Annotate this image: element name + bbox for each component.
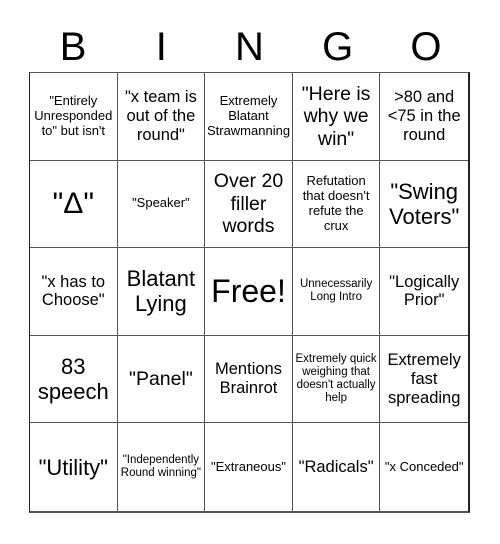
bingo-cell-i4[interactable]: "Panel" [117, 335, 206, 424]
bingo-header: B I N G O [29, 22, 470, 72]
bingo-cell-label: Extremely quick weighing that doesn't ac… [295, 352, 377, 405]
bingo-cell-label: "Swing Voters" [389, 178, 460, 229]
bingo-cell-label: Refutation that doesn't refute the crux [302, 173, 370, 233]
bingo-cell-n4[interactable]: Mentions Brainrot [205, 335, 293, 424]
bingo-cell-o1[interactable]: >80 and <75 in the round [380, 73, 468, 161]
bingo-cell-label: >80 and <75 in the round [387, 87, 461, 144]
bingo-cell-label: Extremely fast spreading [387, 350, 461, 407]
bingo-cell-label: Over 20 filler words [213, 170, 284, 238]
bingo-cell-o2[interactable]: "Swing Voters" [380, 161, 468, 249]
bingo-cell-label: "Logically Prior" [389, 272, 460, 310]
bingo-cell-free-space[interactable]: Free! [205, 248, 293, 336]
bingo-cell-n1[interactable]: Extremely Blatant Strawmanning [205, 73, 293, 161]
bingo-cell-label: "Utility" [38, 454, 108, 480]
bingo-cell-label: Free! [211, 273, 286, 310]
bingo-cell-b3[interactable]: "x has to Choose" [30, 248, 118, 336]
header-letter-n: N [235, 25, 264, 69]
bingo-cell-b4[interactable]: 83 speech [30, 335, 118, 424]
bingo-cell-b2[interactable]: "Δ" [30, 160, 118, 249]
bingo-cell-label: "Independently Round winning" [120, 453, 201, 480]
bingo-cell-label: Extremely Blatant Strawmanning [206, 92, 291, 138]
bingo-cell-b1[interactable]: "Entirely Unresponded to" but isn't [30, 73, 118, 161]
bingo-cell-label: "Panel" [129, 367, 193, 390]
bingo-cell-n2[interactable]: Over 20 filler words [205, 160, 293, 249]
bingo-cell-i5[interactable]: "Independently Round winning" [118, 423, 206, 511]
bingo-cell-label: Mentions Brainrot [215, 360, 282, 398]
header-letter-i: I [155, 25, 167, 69]
bingo-cell-o5[interactable]: "x Conceded" [380, 423, 468, 511]
bingo-cell-o4[interactable]: Extremely fast spreading [380, 336, 468, 424]
bingo-cell-label: Unnecessarily Long Intro [299, 278, 373, 304]
bingo-cell-label: "x Conceded" [384, 458, 464, 474]
bingo-cell-i3[interactable]: Blatant Lying [117, 248, 206, 336]
bingo-cell-g3[interactable]: Unnecessarily Long Intro [292, 248, 381, 336]
bingo-cell-g2[interactable]: Refutation that doesn't refute the crux [292, 160, 381, 249]
bingo-cell-g1[interactable]: "Here is why we win" [292, 73, 381, 161]
bingo-cell-i2[interactable]: "Speaker" [117, 160, 206, 249]
bingo-cell-label: "x has to Choose" [41, 272, 106, 310]
bingo-cell-label: "Entirely Unresponded to" but isn't [34, 92, 113, 138]
bingo-cell-label: "Radicals" [298, 457, 374, 476]
bingo-cell-g4[interactable]: Extremely quick weighing that doesn't ac… [292, 335, 381, 424]
bingo-board: "Entirely Unresponded to" but isn't "x te… [29, 72, 470, 513]
bingo-cell-label: "x team is out of the round" [124, 87, 197, 144]
header-letter-g: G [322, 25, 354, 69]
bingo-cell-label: "Here is why we win" [301, 82, 371, 150]
bingo-cell-g5[interactable]: "Radicals" [293, 423, 381, 511]
bingo-cell-o3[interactable]: "Logically Prior" [380, 248, 468, 336]
header-letter-o: O [410, 25, 442, 69]
header-letter-b: B [59, 25, 87, 69]
bingo-cell-i1[interactable]: "x team is out of the round" [117, 73, 206, 161]
bingo-cell-label: "Speaker" [132, 195, 190, 211]
bingo-cell-label: "Extraneous" [210, 458, 286, 474]
bingo-cell-b5[interactable]: "Utility" [30, 423, 118, 511]
bingo-cell-n5[interactable]: "Extraneous" [205, 423, 293, 511]
bingo-cell-label: "Δ" [52, 186, 94, 220]
bingo-cell-label: 83 speech [37, 353, 109, 405]
bingo-cell-label: Blatant Lying [126, 266, 196, 317]
